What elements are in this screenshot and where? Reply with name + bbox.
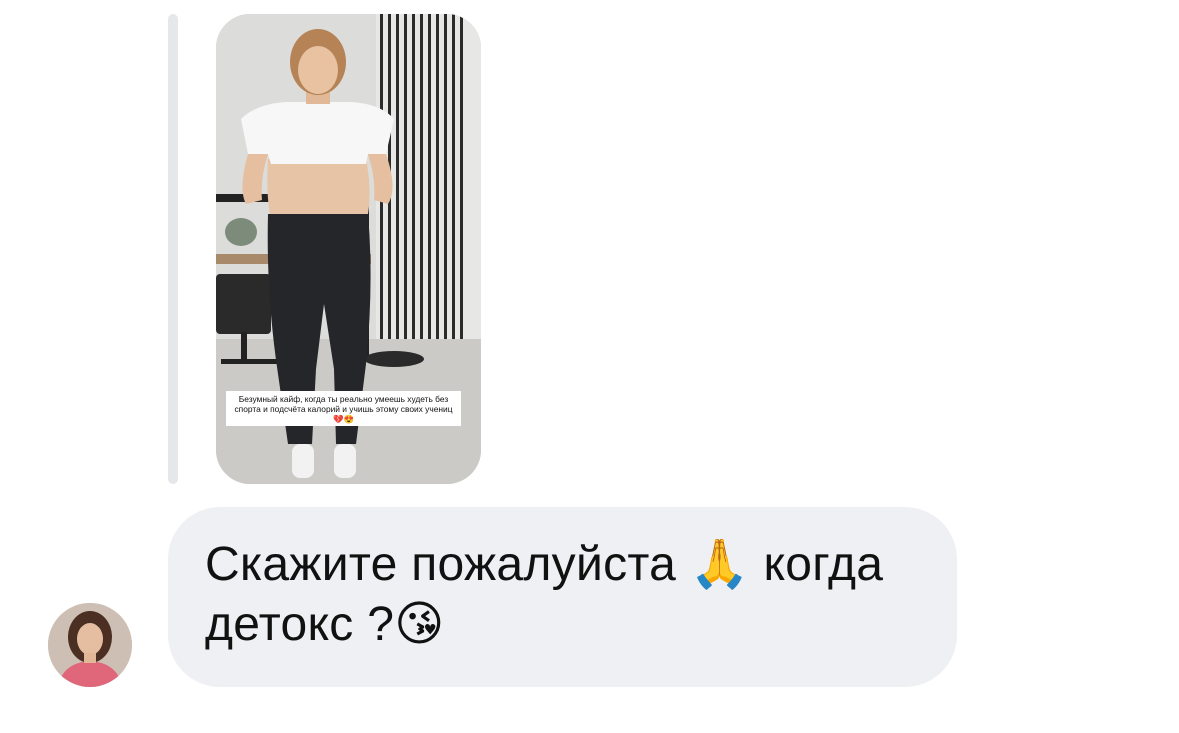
reply-thread-bar bbox=[168, 14, 178, 484]
message-bubble[interactable]: Скажите пожалуйста 🙏 когда детокс ?😘 bbox=[168, 507, 957, 687]
message-text: Скажите пожалуйста 🙏 когда детокс ?😘 bbox=[205, 538, 884, 651]
avatar[interactable] bbox=[48, 603, 132, 687]
avatar-photo bbox=[48, 603, 132, 687]
story-caption: Безумный кайф, когда ты реально умеешь х… bbox=[226, 391, 461, 426]
story-preview[interactable]: Безумный кайф, когда ты реально умеешь х… bbox=[216, 14, 481, 484]
